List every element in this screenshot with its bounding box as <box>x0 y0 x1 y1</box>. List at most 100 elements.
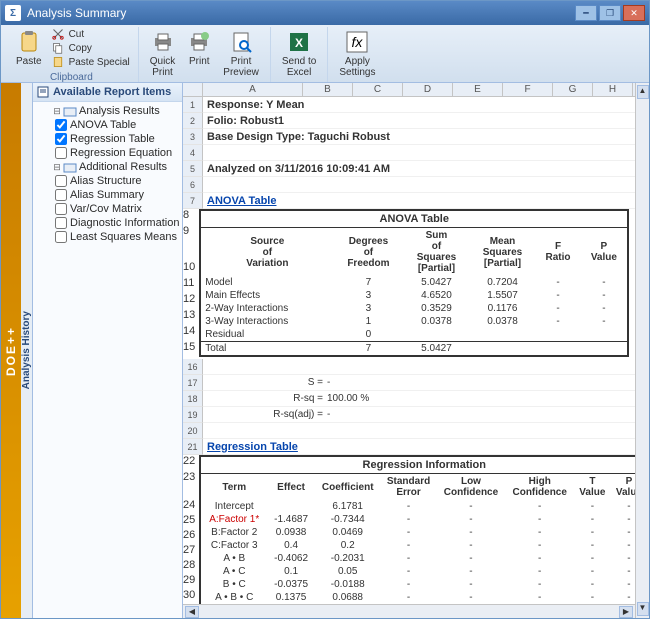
copy-button[interactable]: Copy <box>49 41 132 55</box>
scroll-down-button[interactable]: ▼ <box>637 602 649 616</box>
row-header[interactable]: 2 <box>183 113 203 129</box>
row-header[interactable]: 29 <box>183 574 195 589</box>
tree-item-checkbox[interactable] <box>55 133 67 145</box>
tree-item-checkbox[interactable] <box>55 147 67 159</box>
column-header[interactable]: F <box>503 83 553 96</box>
anova-cell: Residual <box>201 328 333 342</box>
scroll-up-button[interactable]: ▲ <box>637 85 649 99</box>
regression-col-header: HighConfidence <box>505 474 574 500</box>
scroll-left-button[interactable]: ◀ <box>185 606 199 618</box>
tree-item-checkbox[interactable] <box>55 231 67 243</box>
row-header[interactable]: 20 <box>183 423 203 439</box>
folder-icon <box>63 161 77 173</box>
row-header[interactable]: 24 <box>183 499 195 514</box>
row-header[interactable]: 4 <box>183 145 203 161</box>
print-button[interactable]: Print <box>182 27 216 70</box>
collapse-icon: ⊟ <box>51 106 63 117</box>
row-header[interactable]: 14 <box>183 325 195 341</box>
stat-line: S =- <box>203 377 334 388</box>
row-header[interactable]: 26 <box>183 529 195 544</box>
row-header[interactable]: 5 <box>183 161 203 177</box>
row-header[interactable]: 11 <box>183 277 195 293</box>
spreadsheet: ABCDEFGH 1Response: Y Mean2Folio: Robust… <box>183 83 649 618</box>
tree-item[interactable]: Alias Structure <box>35 174 180 188</box>
row-header[interactable]: 7 <box>183 193 203 209</box>
apply-settings-button[interactable]: fx Apply Settings <box>334 27 380 81</box>
row-header[interactable]: 23 <box>183 471 195 499</box>
paste-special-icon <box>51 56 65 68</box>
tree-item-checkbox[interactable] <box>55 217 67 229</box>
tree-item[interactable]: Regression Table <box>35 132 180 146</box>
column-header[interactable]: B <box>303 83 353 96</box>
row-header[interactable]: 8 <box>183 209 195 225</box>
row-header[interactable]: 22 <box>183 455 195 471</box>
tree-item[interactable]: Diagnostic Information <box>35 216 180 230</box>
tree-item-checkbox[interactable] <box>55 189 67 201</box>
row-header[interactable]: 3 <box>183 129 203 145</box>
maximize-button[interactable]: ❐ <box>599 5 621 21</box>
regression-cell: A • B <box>201 552 267 565</box>
tree-item[interactable]: Var/Cov Matrix <box>35 202 180 216</box>
close-button[interactable]: ✕ <box>623 5 645 21</box>
row-header[interactable]: 25 <box>183 514 195 529</box>
row-header[interactable]: 1 <box>183 97 203 113</box>
tree-item-checkbox[interactable] <box>55 175 67 187</box>
report-items-tree: ⊟Analysis ResultsANOVA TableRegression T… <box>33 102 182 618</box>
column-header[interactable]: D <box>403 83 453 96</box>
anova-col-header: SumofSquares[Partial] <box>403 228 469 276</box>
row-header[interactable]: 9 <box>183 225 195 261</box>
row-header[interactable]: 10 <box>183 261 195 277</box>
minimize-button[interactable]: ━ <box>575 5 597 21</box>
cut-button[interactable]: Cut <box>49 27 132 41</box>
app-icon: Σ <box>5 5 21 21</box>
anova-link[interactable]: ANOVA Table <box>203 195 276 207</box>
folder-icon <box>63 105 77 117</box>
quick-print-icon <box>151 30 175 54</box>
tree-item[interactable]: Alias Summary <box>35 188 180 202</box>
row-header[interactable]: 6 <box>183 177 203 193</box>
send-to-excel-button[interactable]: X Send to Excel <box>277 27 321 81</box>
info-analyzed: Analyzed on 3/11/2016 10:09:41 AM <box>203 163 390 175</box>
tree-item-checkbox[interactable] <box>55 119 67 131</box>
row-header[interactable]: 27 <box>183 544 195 559</box>
tree-item[interactable]: ANOVA Table <box>35 118 180 132</box>
paste-button[interactable]: Paste <box>11 27 47 70</box>
anova-col-header: PValue <box>581 228 628 276</box>
regression-cell: Intercept <box>201 500 267 513</box>
regression-link[interactable]: Regression Table <box>203 441 298 453</box>
print-preview-button[interactable]: Print Preview <box>218 27 264 81</box>
row-header[interactable]: 19 <box>183 407 203 423</box>
row-header[interactable]: 15 <box>183 341 195 357</box>
print-icon <box>187 30 211 54</box>
regression-col-header: TValue <box>574 474 611 500</box>
vertical-scrollbar[interactable]: ▲ ▼ <box>635 83 649 618</box>
row-header[interactable]: 16 <box>183 359 203 375</box>
row-header[interactable]: 13 <box>183 309 195 325</box>
tree-item[interactable]: Regression Equation <box>35 146 180 160</box>
column-header[interactable]: H <box>593 83 633 96</box>
regression-col-header: StandardError <box>380 474 436 500</box>
column-header[interactable]: E <box>453 83 503 96</box>
paste-special-button[interactable]: Paste Special <box>49 55 132 69</box>
regression-cell: B • C <box>201 578 267 591</box>
quick-print-button[interactable]: Quick Print <box>145 27 181 81</box>
anova-col-header: DegreesofFreedom <box>333 228 403 276</box>
row-header[interactable]: 28 <box>183 559 195 574</box>
scroll-right-button[interactable]: ▶ <box>619 606 633 618</box>
tree-item[interactable]: Least Squares Means <box>35 230 180 244</box>
column-header[interactable]: C <box>353 83 403 96</box>
row-header[interactable]: 30 <box>183 589 195 604</box>
tree-item-checkbox[interactable] <box>55 203 67 215</box>
tree-group[interactable]: ⊟Additional Results <box>35 160 180 174</box>
grid-body[interactable]: 1Response: Y Mean2Folio: Robust13Base De… <box>183 97 635 604</box>
regression-col-header: PValue <box>611 474 635 500</box>
horizontal-scrollbar[interactable]: ◀ ▶ <box>183 604 635 618</box>
column-header[interactable]: A <box>203 83 303 96</box>
history-panel-toggle[interactable]: Analysis History <box>21 83 33 618</box>
row-header[interactable]: 17 <box>183 375 203 391</box>
row-header[interactable]: 12 <box>183 293 195 309</box>
row-header[interactable]: 21 <box>183 439 203 455</box>
tree-group[interactable]: ⊟Analysis Results <box>35 104 180 118</box>
row-header[interactable]: 18 <box>183 391 203 407</box>
column-header[interactable]: G <box>553 83 593 96</box>
